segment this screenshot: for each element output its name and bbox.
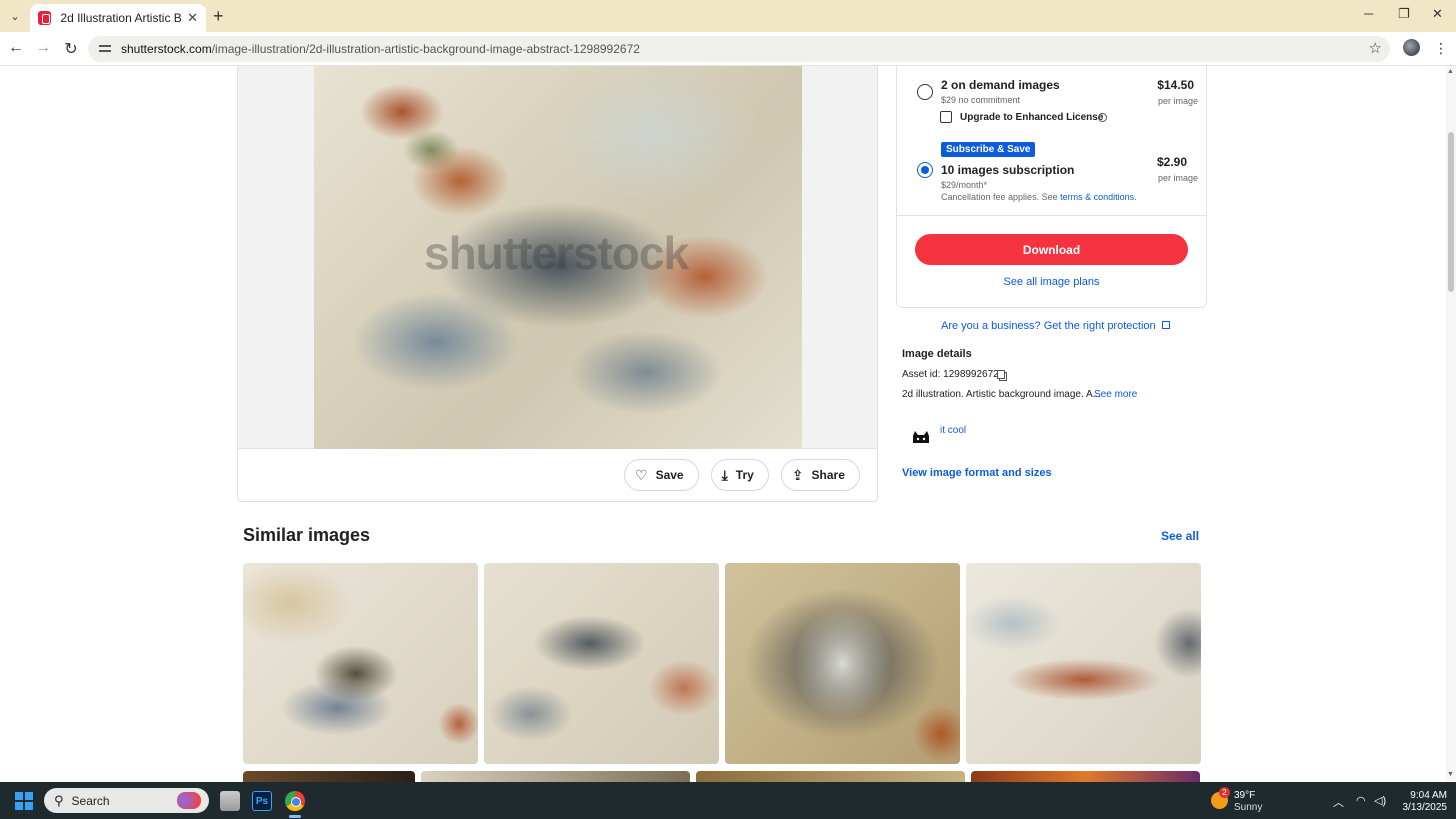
image-actions: ♡ Save ⤓ Try ⇪ Share [624,459,860,491]
profile-icon[interactable] [1403,39,1420,56]
share-icon: ⇪ [791,466,804,483]
reload-icon[interactable]: ↻ [61,39,81,59]
contributor-link[interactable]: it cool [940,425,966,436]
taskbar-search-label: Search [71,793,110,808]
scroll-thumb[interactable] [1448,132,1454,292]
close-window-icon[interactable]: ✕ [1432,6,1443,22]
similar-image-thumbnail[interactable] [243,563,478,764]
watermark: shutterstock [424,227,689,279]
search-icon: ⚲ [54,792,64,808]
browser-tab[interactable]: 2d Illustration Artistic Backgrou ✕ [30,4,206,32]
scroll-down-icon[interactable]: ▼ [1447,771,1454,778]
image-format-link[interactable]: View image format and sizes [902,467,1052,479]
pricing-card: 2 on demand images $29 no commitment $14… [896,66,1207,308]
chrome-icon[interactable] [285,791,305,811]
subscription-radio[interactable] [917,162,933,178]
subscribe-badge: Subscribe & Save [941,142,1036,157]
subscription-title: 10 images subscription [941,163,1075,177]
similar-image-thumbnail[interactable] [966,563,1201,764]
similar-image-thumbnail[interactable] [243,771,415,782]
similar-image-thumbnail[interactable] [725,563,960,764]
weather-temperature[interactable]: 39°F [1234,790,1255,801]
try-label: Try [735,468,754,482]
heart-icon: ♡ [635,466,648,483]
page-scrollbar[interactable]: ▲ ▼ [1446,66,1456,782]
preview-background: shutterstock [238,66,877,449]
tab-list-icon[interactable]: ⌄ [6,7,24,25]
browser-tab-bar: ⌄ 2d Illustration Artistic Backgrou ✕ + … [0,0,1456,32]
see-plans-link[interactable]: See all image plans [897,276,1206,288]
back-icon[interactable]: ← [6,39,26,57]
enhanced-license-checkbox[interactable] [940,111,952,123]
subscription-price: $2.90 [1156,155,1187,169]
copy-icon[interactable] [997,370,1005,379]
minimize-icon[interactable]: ─ [1364,6,1373,21]
subscription-sub: $29/month* [941,180,988,190]
image-details-title: Image details [902,348,972,360]
image-preview-card: shutterstock ♡ Save ⤓ Try ⇪ Share [237,66,878,502]
taskbar: ⚲ Search Ps 2 39°F Sunny ︿ ◠ ◁) 9:04 AM … [0,782,1456,819]
page-viewport: shutterstock ♡ Save ⤓ Try ⇪ Share 2 on d… [0,66,1446,782]
weather-condition[interactable]: Sunny [1234,802,1262,813]
file-explorer-icon[interactable] [220,791,240,811]
info-icon[interactable]: i [1098,113,1107,122]
cancellation-note: Cancellation fee applies. See terms & co… [941,192,1137,202]
clock-time[interactable]: 9:04 AM [1407,790,1447,801]
similar-images-title: Similar images [243,525,371,545]
share-button[interactable]: ⇪ Share [780,459,860,491]
chevron-up-icon[interactable]: ︿ [1333,794,1344,810]
on-demand-radio[interactable] [917,84,933,100]
similar-image-thumbnail[interactable] [696,771,965,782]
windows-start-icon[interactable] [15,792,33,810]
volume-icon[interactable]: ◁) [1374,794,1386,807]
weather-badge: 2 [1219,787,1230,798]
contributor-avatar[interactable] [910,428,932,448]
save-button[interactable]: ♡ Save [624,459,699,491]
asset-id: Asset id: 1298992672 [902,369,999,380]
download-button[interactable]: Download [915,234,1188,265]
kebab-icon[interactable]: ⋮ [1434,40,1448,57]
address-bar[interactable]: shutterstock.com/image-illustration/2d-i… [88,36,1390,62]
photoshop-icon[interactable]: Ps [252,791,272,811]
scroll-up-icon[interactable]: ▲ [1447,68,1454,75]
save-label: Save [655,468,684,482]
url-text: shutterstock.com/image-illustration/2d-i… [121,42,640,56]
similar-image-thumbnail[interactable] [421,771,690,782]
close-icon[interactable]: ✕ [187,10,198,26]
on-demand-price: $14.50 [1157,78,1194,92]
enhanced-license-label[interactable]: Upgrade to Enhanced License [960,112,1103,123]
see-more-link[interactable]: See more [1094,389,1137,400]
try-button[interactable]: ⤓ Try [710,459,769,491]
pricing-divider [897,215,1206,216]
plus-icon[interactable]: + [213,6,224,27]
business-link[interactable]: Are you a business? Get the right protec… [941,320,1170,332]
download-icon: ⤓ [721,466,728,483]
clock-date[interactable]: 3/13/2025 [1393,802,1448,813]
browser-toolbar: ← → ↻ shutterstock.com/image-illustratio… [0,32,1456,66]
taskbar-search[interactable]: ⚲ Search [44,788,209,813]
on-demand-title: 2 on demand images [941,78,1060,92]
see-all-link[interactable]: See all [1161,529,1199,543]
shutterstock-favicon-icon [38,11,52,25]
on-demand-per: per image [1158,96,1199,106]
maximize-icon[interactable]: ❐ [1398,6,1410,22]
star-icon[interactable]: ☆ [1369,39,1382,57]
forward-icon[interactable]: → [33,39,53,57]
site-settings-icon[interactable] [98,42,112,56]
image-description: 2d illustration. Artistic background ima… [902,389,1101,400]
on-demand-sub: $29 no commitment [941,95,1021,105]
terms-link[interactable]: terms & conditions. [1060,192,1137,202]
share-label: Share [811,468,845,482]
main-image[interactable]: shutterstock [314,66,802,449]
wifi-icon[interactable]: ◠ [1356,794,1366,807]
similar-image-thumbnail[interactable] [971,771,1200,782]
search-highlight-icon [177,792,201,809]
subscription-per: per image [1158,173,1199,183]
similar-image-thumbnail[interactable] [484,563,719,764]
active-app-indicator [289,815,301,818]
tab-title: 2d Illustration Artistic Backgrou [60,11,182,25]
external-link-icon [1161,321,1170,329]
